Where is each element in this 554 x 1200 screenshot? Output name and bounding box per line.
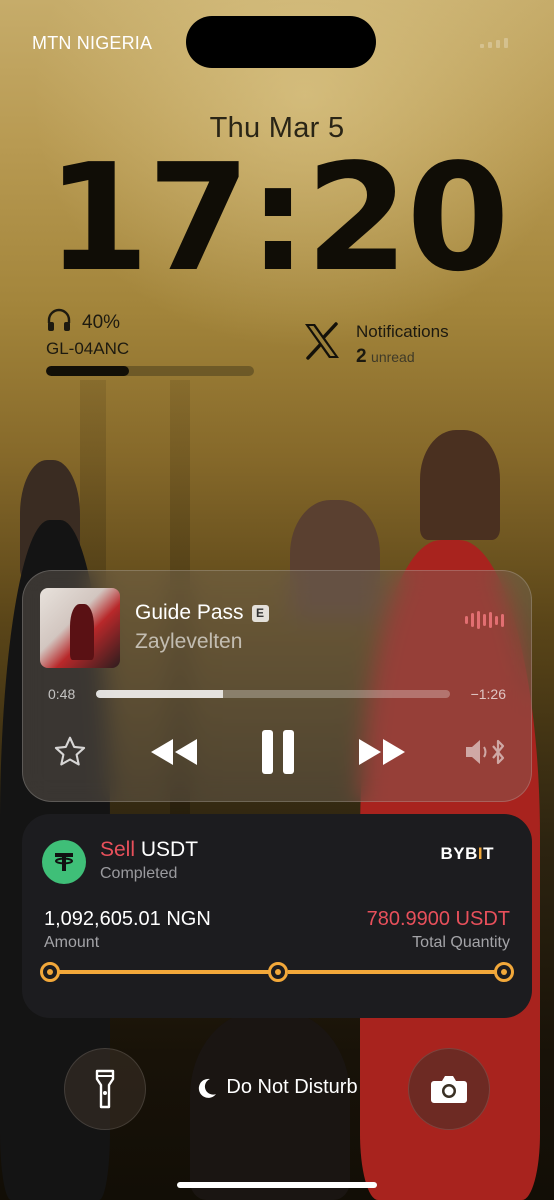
battery-level-fill: [46, 366, 130, 376]
progress-step: [40, 962, 60, 982]
x-widget-title: Notifications: [356, 322, 449, 341]
album-art[interactable]: [40, 588, 120, 668]
pause-icon: [262, 730, 294, 774]
fast-forward-button[interactable]: [352, 730, 412, 774]
playback-scrubber[interactable]: [96, 690, 450, 698]
battery-level-bar: [46, 366, 254, 376]
remaining-time: −1:26: [470, 686, 506, 702]
trade-asset: USDT: [140, 838, 199, 861]
x-unread-label: unread: [371, 349, 415, 365]
elapsed-time: 0:48: [48, 686, 76, 702]
focus-mode-label: Do Not Disturb: [226, 1076, 358, 1098]
progress-segment: [58, 970, 284, 974]
dynamic-island: [186, 16, 376, 68]
quantity-value: 780.9900 USDT: [366, 908, 510, 930]
trade-side: Sell: [100, 838, 136, 861]
progress-step: [268, 962, 288, 982]
explicit-badge: E: [251, 604, 269, 622]
pause-button[interactable]: [254, 726, 302, 778]
home-indicator[interactable]: [177, 1182, 377, 1188]
photo-person: [420, 430, 500, 540]
bybit-trade-activity[interactable]: Sell USDT Completed BYBIT 1,092,605.01 N…: [22, 814, 532, 1018]
fast-forward-icon: [359, 739, 405, 765]
rewind-icon: [151, 739, 197, 765]
amount-label: Amount: [44, 934, 100, 951]
headphones-battery-widget[interactable]: 40% GL-04ANC: [46, 308, 256, 376]
tether-icon: [42, 840, 86, 884]
progress-step: [494, 962, 514, 982]
bybit-logo: BYBIT: [440, 844, 494, 863]
photo-person: [190, 1010, 350, 1200]
playback-progress-fill: [96, 690, 224, 698]
bluetooth-audio-output-button[interactable]: [462, 730, 510, 774]
lock-time: 17:20: [46, 132, 509, 304]
signal-icon: [480, 38, 520, 48]
camera-button[interactable]: [408, 1048, 490, 1130]
track-title-row: Guide Pass E: [135, 601, 269, 625]
trade-status: Completed: [100, 865, 178, 882]
bluetooth-speaker-icon: [466, 739, 505, 765]
moon-icon: [199, 1078, 217, 1098]
x-notifications-widget[interactable]: Notifications 2 unread: [302, 322, 449, 368]
audio-waveform-icon[interactable]: [465, 610, 504, 630]
favorite-star-button[interactable]: [48, 730, 92, 774]
amount-value: 1,092,605.01 NGN: [44, 908, 211, 930]
carrier-label: MTN NIGERIA: [32, 33, 153, 53]
quantity-label: Total Quantity: [412, 934, 510, 951]
trade-title: Sell USDT: [100, 838, 198, 862]
star-icon: [54, 736, 86, 766]
camera-icon: [431, 1076, 467, 1103]
device-name: GL-04ANC: [46, 339, 130, 358]
rewind-button[interactable]: [144, 730, 204, 774]
track-title: Guide Pass: [135, 601, 244, 624]
now-playing-widget[interactable]: Guide Pass E Zaylevelten 0:48 −1:26: [22, 570, 532, 802]
battery-percent: 40%: [82, 311, 121, 333]
x-logo-icon: [302, 322, 342, 368]
progress-segment: [288, 970, 500, 974]
x-unread-count: 2: [356, 346, 367, 367]
headphones-icon: [46, 308, 72, 337]
track-artist: Zaylevelten: [135, 630, 243, 653]
